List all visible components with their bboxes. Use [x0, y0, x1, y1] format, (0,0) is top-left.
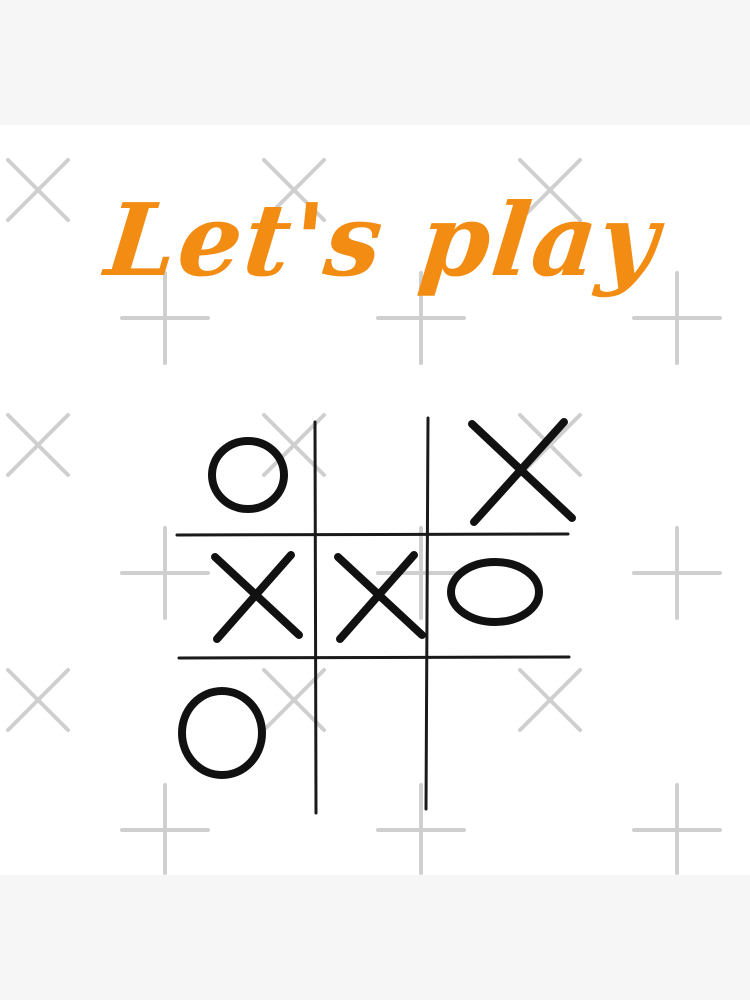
artwork: Let's play — [0, 125, 750, 875]
x-mark-icon — [468, 418, 576, 526]
grid-line-horizontal-top — [175, 532, 570, 537]
grid-line-vertical-left — [313, 420, 318, 815]
o-mark-icon — [178, 687, 266, 779]
tic-tac-toe-board — [175, 416, 576, 815]
x-mark-icon — [334, 551, 426, 643]
o-mark-icon — [208, 437, 288, 513]
grid-line-vertical-right — [424, 416, 430, 811]
grid-line-horizontal-bottom — [177, 655, 571, 660]
o-mark-icon — [447, 558, 543, 626]
x-mark-icon — [211, 551, 303, 643]
